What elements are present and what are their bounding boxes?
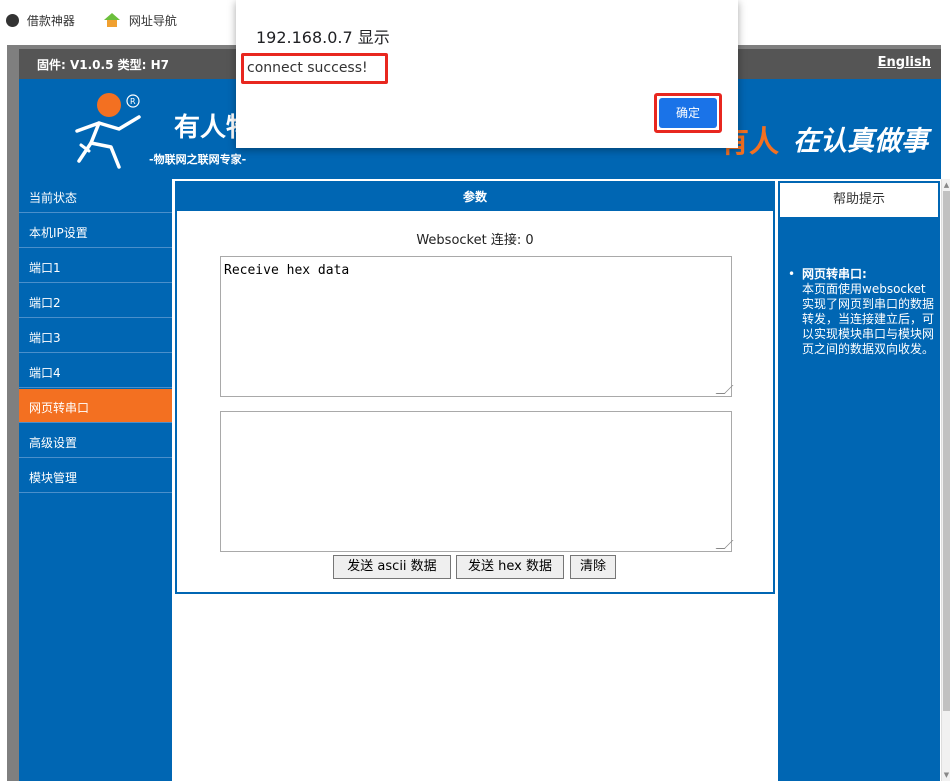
help-panel: 帮助提示 • 网页转串口: 本页面使用websocket实现了网页到串口的数据转… xyxy=(778,181,940,781)
bookmark-item[interactable]: 网址导航 xyxy=(103,12,177,31)
ok-button[interactable]: 确定 xyxy=(659,98,717,128)
scroll-down-arrow-icon[interactable]: ▼ xyxy=(942,771,950,779)
panel-header: 参数 xyxy=(177,183,773,211)
page-scrollbar[interactable]: ▲ ▼ xyxy=(941,179,950,781)
receive-textarea[interactable]: Receive hex data xyxy=(220,256,734,397)
websocket-status: Websocket 连接: 0 xyxy=(416,233,534,248)
firmware-info: 固件: V1.0.5 类型: H7 xyxy=(37,58,169,72)
help-content: • 网页转串口: 本页面使用websocket实现了网页到串口的数据转发，当连接… xyxy=(788,267,934,357)
sidebar-item-ip-settings[interactable]: 本机IP设置 xyxy=(19,214,172,248)
bullet-icon: • xyxy=(788,267,796,281)
help-item: • 网页转串口: 本页面使用websocket实现了网页到串口的数据转发，当连接… xyxy=(788,267,934,357)
sidebar-item-advanced[interactable]: 高级设置 xyxy=(19,424,172,458)
sidebar-item-module-management[interactable]: 模块管理 xyxy=(19,459,172,493)
clear-button[interactable]: 清除 xyxy=(570,555,616,579)
scroll-thumb[interactable] xyxy=(943,191,950,711)
send-textarea[interactable] xyxy=(220,411,734,552)
receive-text: Receive hex data xyxy=(224,263,350,278)
sidebar-item-port-1[interactable]: 端口1 xyxy=(19,249,172,283)
help-item-body: 本页面使用websocket实现了网页到串口的数据转发，当连接建立后，可以实现模… xyxy=(802,282,935,356)
dialog-title: 192.168.0.7 显示 xyxy=(256,28,390,47)
logo-icon: R xyxy=(69,87,149,177)
help-item-title: 网页转串口: xyxy=(802,267,867,281)
resize-grip-icon[interactable] xyxy=(715,385,734,394)
sidebar-nav: 当前状态 本机IP设置 端口1 端口2 端口3 端口4 网页转串口 高级设置 模… xyxy=(19,179,172,781)
parameters-panel: 参数 Websocket 连接: 0 Receive hex data 发送 a… xyxy=(175,181,775,594)
sidebar-item-status[interactable]: 当前状态 xyxy=(19,179,172,213)
resize-grip-icon[interactable] xyxy=(715,540,734,549)
language-link[interactable]: English xyxy=(878,55,931,70)
globe-icon xyxy=(6,14,19,27)
help-header: 帮助提示 xyxy=(780,183,938,217)
bookmark-label: 借款神器 xyxy=(26,14,75,28)
svg-text:R: R xyxy=(130,97,136,106)
house-icon xyxy=(103,12,121,31)
brand-subtitle: -物联网之联网专家- xyxy=(149,153,247,166)
alert-dialog: 192.168.0.7 显示 connect success! 确定 xyxy=(236,0,738,148)
sidebar-item-port-2[interactable]: 端口2 xyxy=(19,284,172,318)
send-hex-button[interactable]: 发送 hex 数据 xyxy=(456,555,564,579)
slogan-text: 在认真做事 xyxy=(793,126,928,157)
sidebar-item-port-3[interactable]: 端口3 xyxy=(19,319,172,353)
scroll-up-arrow-icon[interactable]: ▲ xyxy=(942,181,950,189)
bookmark-item[interactable]: 借款神器 xyxy=(6,12,75,29)
dialog-message: connect success! xyxy=(247,60,368,76)
sidebar-item-web-to-serial[interactable]: 网页转串口 xyxy=(19,389,172,423)
bookmark-label: 网址导航 xyxy=(128,14,177,28)
sidebar-item-port-4[interactable]: 端口4 xyxy=(19,354,172,388)
send-ascii-button[interactable]: 发送 ascii 数据 xyxy=(333,555,451,579)
frame-border xyxy=(7,45,19,781)
